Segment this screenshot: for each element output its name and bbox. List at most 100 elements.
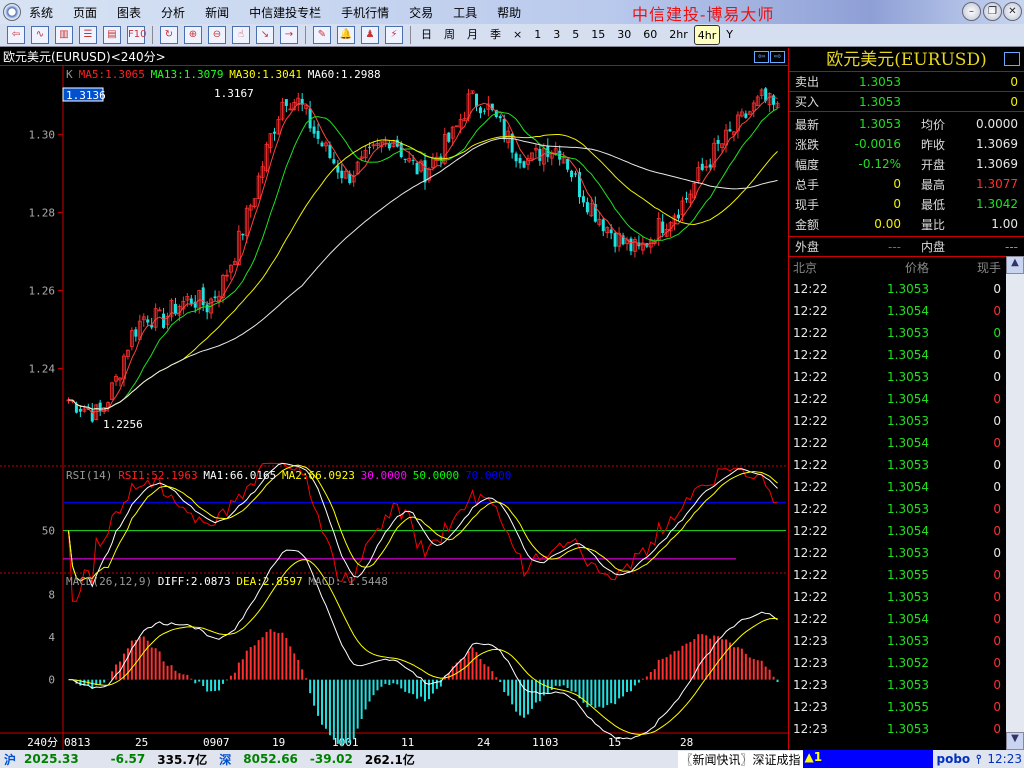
users-icon[interactable]: ♟ — [361, 26, 379, 44]
period-60[interactable]: 60 — [637, 25, 663, 45]
menu-mobile[interactable]: 手机行情 — [341, 4, 389, 21]
period-15[interactable]: 15 — [585, 25, 611, 45]
quote-label: 金额 — [795, 217, 820, 232]
menu-system[interactable]: 系统 — [29, 4, 53, 21]
trade-volume: 0 — [993, 722, 1001, 736]
trade-volume: 0 — [993, 502, 1001, 516]
candle — [585, 202, 589, 213]
select-icon[interactable]: ☝ — [232, 26, 250, 44]
close-button[interactable]: ✕ — [1003, 2, 1022, 21]
menu-help[interactable]: 帮助 — [497, 4, 521, 21]
period-1[interactable]: 1 — [528, 25, 547, 45]
date-label: 240分 — [27, 736, 58, 749]
trade-time: 12:23 — [793, 700, 828, 714]
quote-title: 欧元美元(EURUSD) — [789, 48, 1024, 72]
candle — [538, 149, 542, 161]
scroll-up-icon[interactable]: ▲ — [1006, 256, 1024, 274]
kline-chart[interactable]: 1.24 1.26 1.28 1.30 K MA5:1.3065 MA13:1.3079 MA… — [0, 66, 788, 750]
trade-row: 12:22 1.3053 0 — [789, 366, 1005, 388]
high-label: 1.3167 — [214, 87, 254, 100]
scroll-down-icon[interactable]: ▼ — [1006, 732, 1024, 750]
candle — [368, 146, 372, 148]
trade-time: 12:22 — [793, 524, 828, 538]
period-2hr[interactable]: 2hr — [663, 25, 694, 45]
candle — [162, 313, 166, 328]
inner-value: --- — [1005, 239, 1018, 254]
back-icon[interactable]: ⇦ — [7, 26, 25, 44]
period-close[interactable]: × — [507, 25, 528, 45]
prev-arrow-button[interactable]: ⇦ — [754, 51, 769, 63]
candle — [728, 129, 732, 132]
toolbar-separator — [305, 26, 306, 44]
candle — [205, 304, 209, 313]
draw-icon[interactable]: ✎ — [313, 26, 331, 44]
f10-icon[interactable]: F10 — [127, 26, 146, 44]
menu-column[interactable]: 中信建投专栏 — [249, 4, 321, 21]
refresh-icon[interactable]: ↻ — [160, 26, 178, 44]
minimize-button[interactable]: – — [962, 2, 981, 21]
trade-row: 12:22 1.3053 0 — [789, 278, 1005, 300]
toolbar: ⇦ ∿ ▥ ☰ ▤ F10 ↻ ⊕ ⊖ ☝ ↘ → ✎ 🔔 ♟ ⚡ 日周月季 × 1 3 5 15 30 60 2hr 4hr Y — [0, 24, 1024, 47]
period-4hr[interactable]: 4hr — [693, 25, 721, 45]
period-month[interactable]: 月 — [461, 25, 484, 45]
candle — [518, 157, 522, 164]
candle — [574, 173, 578, 175]
flash-icon[interactable]: ⚡ — [385, 26, 403, 44]
period-day[interactable]: 日 — [415, 25, 438, 45]
menu-analysis[interactable]: 分析 — [161, 4, 185, 21]
next-arrow-button[interactable]: ⇨ — [770, 51, 785, 63]
trade-row: 12:22 1.3054 0 — [789, 432, 1005, 454]
rsi-tick: 50 — [42, 525, 55, 538]
period-quarter[interactable]: 季 — [484, 25, 507, 45]
sh-label: 沪 — [4, 752, 17, 767]
menu-page[interactable]: 页面 — [73, 4, 97, 21]
period-Y[interactable]: Y — [720, 25, 739, 45]
rsi-legend-l30: 30.0000 — [361, 469, 407, 482]
trade-price: 1.3053 — [887, 634, 929, 648]
trade-row: 12:23 1.3053 0 — [789, 718, 1005, 740]
quote-label: 最新 — [795, 117, 820, 132]
zoom-out-icon[interactable]: ⊖ — [208, 26, 226, 44]
restore-button[interactable]: ❐ — [983, 2, 1002, 21]
kline-icon[interactable]: ▥ — [55, 26, 73, 44]
list-icon[interactable]: ☰ — [79, 26, 97, 44]
candle — [684, 198, 688, 200]
trade-row: 12:22 1.3054 0 — [789, 388, 1005, 410]
candle — [403, 158, 407, 160]
quote-panel: 欧元美元(EURUSD) 卖出 1.3053 0 买入 1.3053 0 最新 1.305… — [788, 48, 1024, 750]
col-volume: 现手 — [976, 260, 1001, 275]
trade-scrollbar[interactable]: ▲ ▼ — [1006, 256, 1024, 750]
trade-time: 12:22 — [793, 370, 828, 384]
trade-price: 1.3053 — [887, 458, 929, 472]
import-icon[interactable]: → — [280, 26, 298, 44]
candle — [700, 163, 704, 170]
date-label: 1103 — [532, 736, 559, 749]
export-icon[interactable]: ↘ — [256, 26, 274, 44]
macd-legend-macd: MACD:-1.5448 — [308, 575, 387, 588]
news-ticker[interactable]: 〖新闻快讯〗深证成指 — [678, 750, 803, 768]
line-chart-icon[interactable]: ∿ — [31, 26, 49, 44]
maximize-icon[interactable] — [1004, 52, 1020, 66]
menu-news[interactable]: 新闻 — [205, 4, 229, 21]
legend-ma13: MA13:1.3079 — [151, 68, 224, 81]
period-3[interactable]: 3 — [547, 25, 566, 45]
candle — [581, 196, 585, 203]
period-5[interactable]: 5 — [566, 25, 585, 45]
alert-indicator[interactable]: ▲1 — [802, 750, 933, 768]
menu-chart[interactable]: 图表 — [117, 4, 141, 21]
candle — [498, 116, 502, 119]
app-logo-icon[interactable] — [3, 3, 21, 21]
report-icon[interactable]: ▤ — [103, 26, 121, 44]
trade-price: 1.3053 — [887, 678, 929, 692]
legend-ma5: MA5:1.3065 — [79, 68, 145, 81]
period-week[interactable]: 周 — [438, 25, 461, 45]
period-30[interactable]: 30 — [611, 25, 637, 45]
menu-tools[interactable]: 工具 — [453, 4, 477, 21]
candle — [340, 170, 344, 179]
quote-value: 0 — [893, 177, 901, 191]
zoom-in-icon[interactable]: ⊕ — [184, 26, 202, 44]
col-price: 价格 — [904, 260, 929, 275]
menu-trade[interactable]: 交易 — [409, 4, 433, 21]
sz-amount: 262.1亿 — [364, 752, 415, 767]
alarm-icon[interactable]: 🔔 — [337, 26, 355, 44]
